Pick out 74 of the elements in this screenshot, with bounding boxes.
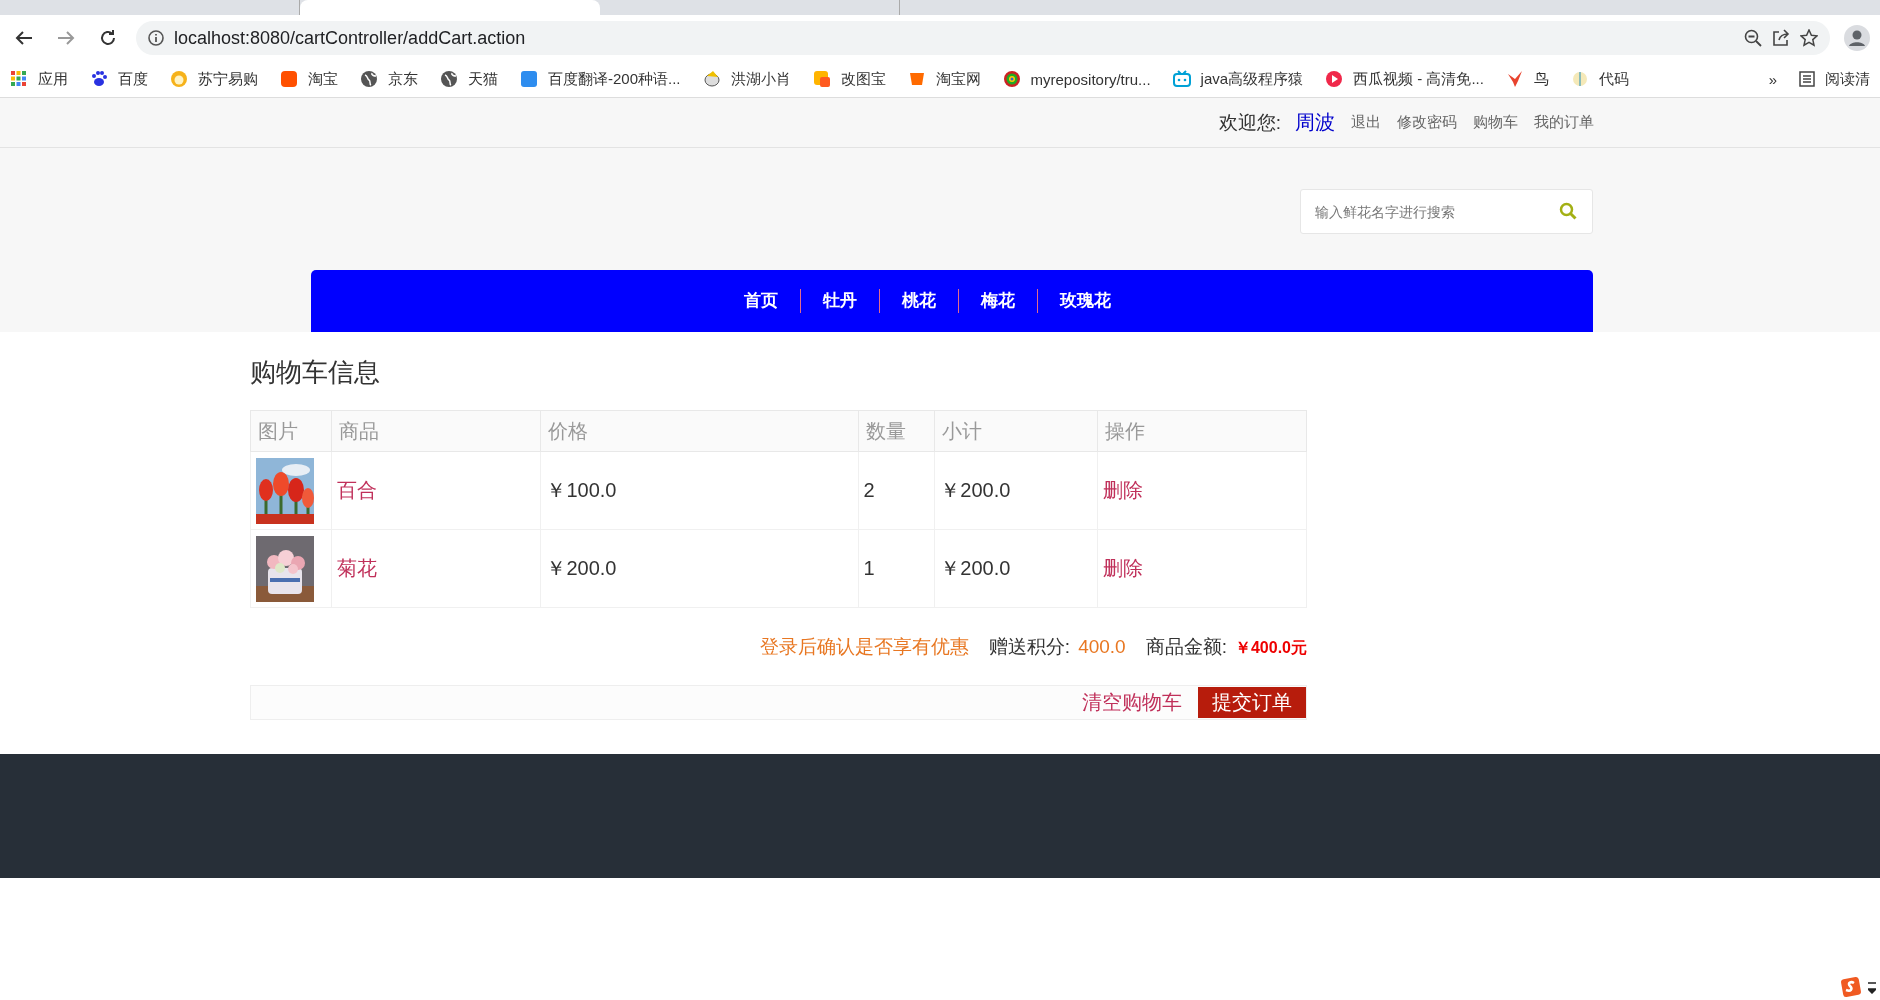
paw-icon [90, 70, 108, 88]
subtotal-cell: ￥200.0 [934, 451, 1098, 530]
column-header: 小计 [934, 410, 1098, 452]
submit-order-button[interactable]: 提交订单 [1198, 687, 1306, 718]
user-link[interactable]: 周波 [1295, 109, 1335, 136]
product-link[interactable]: 百合 [336, 479, 377, 501]
back-icon [15, 30, 33, 46]
bookmark[interactable]: myrepository/tru... [1002, 70, 1151, 88]
discount-notice: 登录后确认是否享有优惠 [759, 635, 969, 659]
header-link[interactable]: 我的订单 [1534, 113, 1594, 132]
amount-value: ￥400.0元 [1234, 638, 1307, 658]
reload-icon [99, 29, 117, 47]
tv-icon [1172, 70, 1191, 88]
star-icon[interactable] [1800, 29, 1818, 47]
bookmark[interactable]: 苏宁易购 [170, 69, 258, 89]
note-icon [812, 70, 831, 88]
forward-icon [57, 30, 75, 46]
delete-link[interactable]: 删除 [1102, 557, 1143, 579]
bookmark[interactable]: 洪湖小肖 [702, 69, 791, 89]
nav-link[interactable]: 首页 [721, 289, 800, 313]
column-header: 商品 [331, 410, 541, 452]
clear-cart-link[interactable]: 清空购物车 [1082, 689, 1182, 716]
points-value: 400.0 [1078, 636, 1126, 658]
profile-icon[interactable] [1844, 25, 1870, 51]
points-label: 赠送积分: [988, 635, 1071, 659]
page-title: 购物车信息 [250, 356, 381, 389]
more-bookmarks-button[interactable]: » [1768, 70, 1777, 88]
bookmark[interactable]: 代码 [1570, 69, 1629, 89]
bookmark[interactable]: 应用 [10, 69, 68, 89]
column-header: 价格 [540, 410, 859, 452]
list-icon [1799, 71, 1815, 87]
bookmark[interactable]: 西瓜视频 - 高清免... [1325, 69, 1484, 89]
quantity-cell: 1 [858, 529, 935, 608]
info-icon [148, 30, 164, 46]
swirl-icon [1002, 70, 1021, 88]
subtotal-cell: ￥200.0 [934, 529, 1098, 608]
url-text: localhost:8080/cartController/addCart.action [174, 27, 526, 49]
globe-icon [360, 70, 378, 88]
header-link[interactable]: 修改密码 [1397, 113, 1457, 132]
apps-icon [10, 70, 28, 88]
nav-link[interactable]: 牡丹 [799, 289, 879, 313]
ime-icon[interactable] [1840, 976, 1862, 998]
nav-link[interactable]: 梅花 [957, 289, 1037, 313]
bookmark[interactable]: 百度翻译-200种语... [520, 69, 681, 89]
bookmark[interactable]: 天猫 [440, 69, 498, 89]
bookmark[interactable]: 鸟 [1505, 69, 1549, 89]
globe-icon [440, 70, 458, 88]
price-cell: ￥100.0 [540, 451, 859, 530]
header-link[interactable]: 购物车 [1473, 113, 1518, 132]
column-header: 图片 [250, 410, 332, 452]
play-icon [1325, 70, 1344, 88]
bookmark[interactable]: 改图宝 [812, 69, 886, 89]
bookmark[interactable]: 京东 [360, 69, 418, 89]
bookmark[interactable]: 百度 [90, 69, 148, 89]
share-icon[interactable] [1772, 29, 1790, 47]
nav-link[interactable]: 玫瑰花 [1036, 289, 1133, 313]
quantity-cell: 2 [858, 451, 935, 530]
delete-link[interactable]: 删除 [1102, 479, 1143, 501]
bookmark[interactable]: 淘宝 [280, 69, 338, 89]
reading-list-button[interactable]: 阅读清 [1799, 69, 1870, 89]
price-cell: ￥200.0 [540, 529, 859, 608]
bookmark[interactable]: java高级程序猿 [1172, 69, 1304, 89]
search-field[interactable]: 输入鲜花名字进行搜索 [1300, 189, 1593, 234]
caret-icon[interactable] [1868, 980, 1876, 994]
product-link[interactable]: 菊花 [336, 557, 377, 579]
zoom-out-icon[interactable] [1744, 29, 1762, 47]
nav-link[interactable]: 桃花 [878, 289, 958, 313]
bookmark[interactable]: 淘宝网 [907, 69, 981, 89]
address-bar[interactable]: localhost:8080/cartController/addCart.action [136, 21, 1830, 55]
amount-label: 商品金额: [1145, 635, 1227, 659]
column-header: 操作 [1097, 410, 1307, 452]
column-header: 数量 [858, 410, 935, 452]
header-link[interactable]: 退出 [1351, 113, 1381, 132]
welcome-text: 欢迎您: [1218, 110, 1281, 135]
